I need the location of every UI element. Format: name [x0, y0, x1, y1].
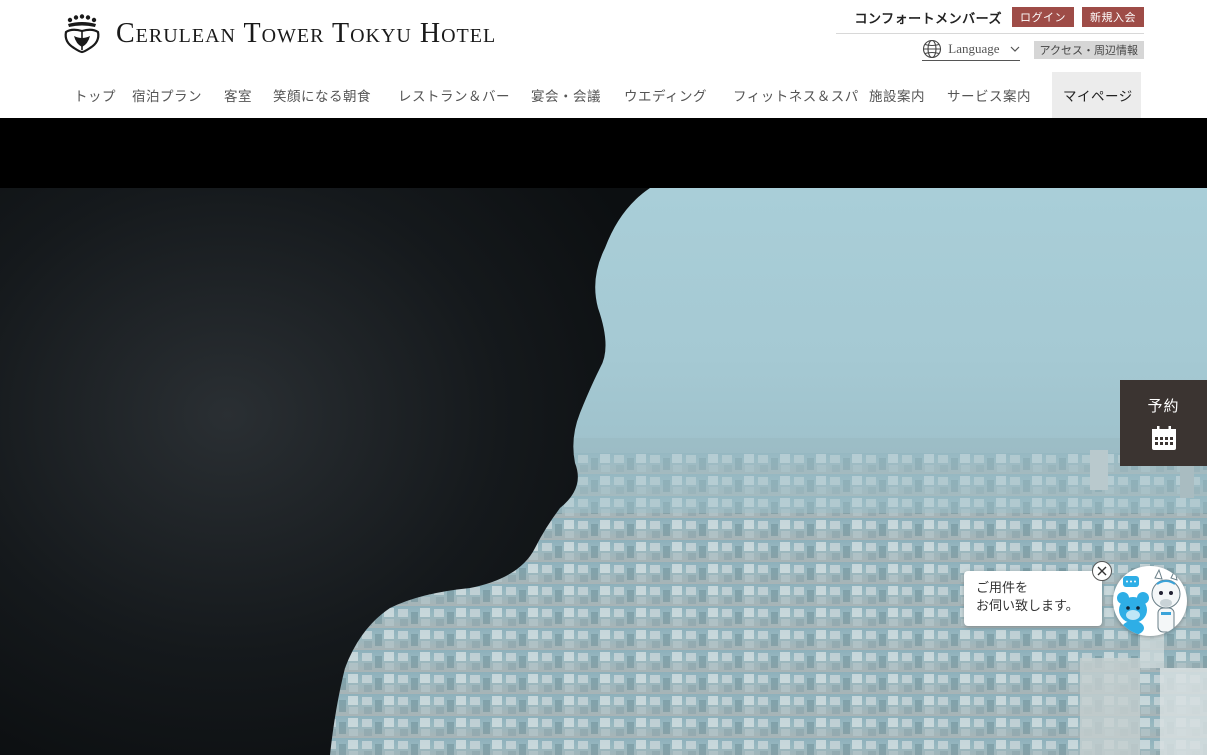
nav-item-banquet[interactable]: 宴会・会議 [519, 72, 612, 118]
nav-item-services[interactable]: サービス案内 [945, 72, 1052, 118]
language-label: Language [948, 41, 1000, 56]
language-selector[interactable]: Language [922, 39, 1020, 61]
reserve-tab[interactable]: 予約 [1120, 380, 1207, 466]
chevron-down-icon [1010, 46, 1019, 52]
language-row: Language アクセス・周辺情報 [836, 38, 1144, 62]
chat-bubble[interactable]: ご用件を お伺い致します。 [964, 571, 1102, 626]
login-button[interactable]: ログイン [1012, 7, 1074, 27]
chat-close-button[interactable] [1092, 561, 1112, 581]
nav-item-restaurant[interactable]: レストラン＆バー [385, 72, 519, 118]
nav-item-wedding[interactable]: ウエディング [612, 72, 719, 118]
hotel-logo[interactable]: Cerulean Tower Tokyu Hotel [62, 14, 496, 54]
main-nav: トップ 宿泊プラン 客室 笑顔になる朝食 レストラン＆バー 宴会・会議 ウエディ… [64, 72, 1141, 118]
comfort-members-label: コンフォートメンバーズ [854, 11, 1002, 27]
nav-item-plans[interactable]: 宿泊プラン [124, 72, 213, 118]
member-row: コンフォートメンバーズ ログイン 新規入会 [836, 6, 1144, 28]
nav-item-rooms[interactable]: 客室 [213, 72, 261, 118]
hero-scene [0, 188, 1207, 755]
nav-item-facilities[interactable]: 施設案内 [867, 72, 945, 118]
hero-letterbox [0, 118, 1207, 188]
reserve-label: 予約 [1147, 396, 1180, 415]
hero-video [0, 188, 1207, 755]
site-header: Cerulean Tower Tokyu Hotel コンフォートメンバーズ ロ… [0, 0, 1207, 118]
header-utility: コンフォートメンバーズ ログイン 新規入会 Language アクセス・周辺情報 [836, 6, 1144, 62]
header-divider [836, 33, 1144, 34]
nav-item-fitness[interactable]: フィットネス＆スパ [719, 72, 867, 118]
chat-text-line2: お伺い致します。 [976, 599, 1079, 614]
mascot-icon [1117, 568, 1181, 635]
globe-icon [923, 39, 942, 59]
signup-button[interactable]: 新規入会 [1082, 7, 1144, 27]
chat-text-line1: ご用件を [976, 581, 1029, 596]
nav-item-breakfast[interactable]: 笑顔になる朝食 [261, 72, 385, 118]
calendar-icon [1151, 425, 1176, 450]
crest-icon [64, 14, 100, 54]
nav-item-mypage[interactable]: マイページ [1052, 72, 1141, 118]
chat-avatar-button[interactable] [1113, 566, 1187, 636]
access-button[interactable]: アクセス・周辺情報 [1033, 41, 1144, 59]
nav-item-top[interactable]: トップ [64, 72, 124, 118]
close-icon [1097, 566, 1107, 576]
hotel-name: Cerulean Tower Tokyu Hotel [116, 18, 497, 49]
